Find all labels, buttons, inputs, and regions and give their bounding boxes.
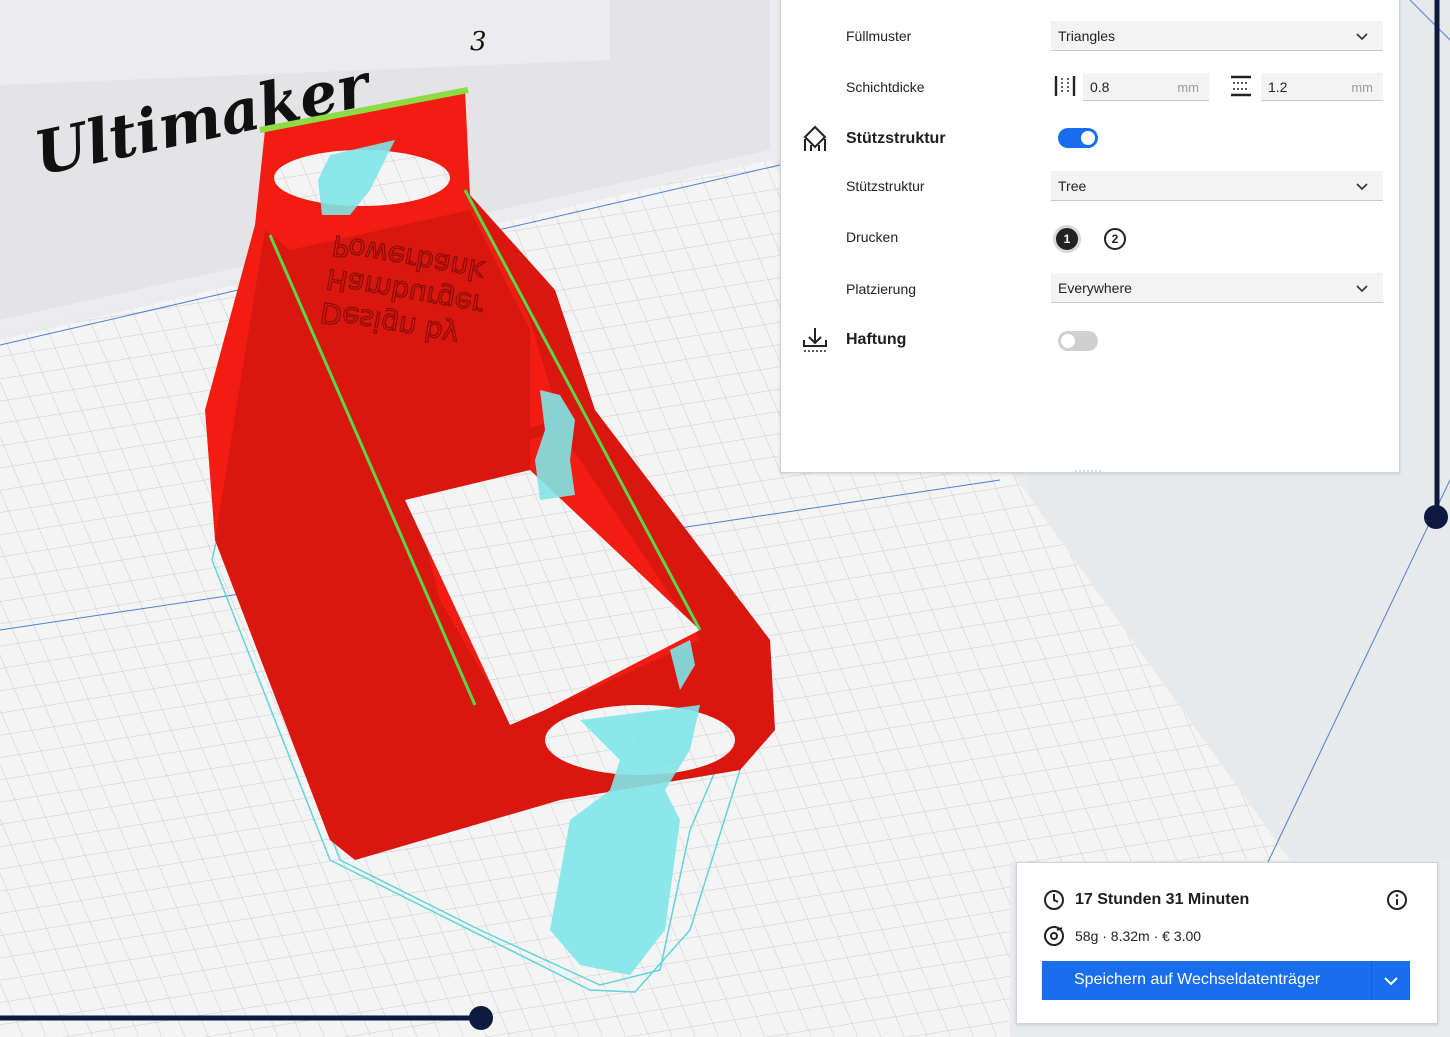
chevron-down-icon [1356,285,1368,293]
adhesion-icon [803,328,827,352]
support-placement-label: Platzierung [846,281,917,297]
extruder-2-button[interactable]: 2 [1104,228,1126,250]
adhesion-toggle[interactable] [1058,331,1098,351]
print-settings-panel: Füllmuster Triangles Schichtdicke 0.8 mm… [780,0,1400,473]
support-toggle[interactable] [1058,128,1098,148]
print-time: 17 Stunden 31 Minuten [1075,891,1250,908]
support-structure-label: Stützstruktur [846,178,925,194]
filament-spool-icon [1044,926,1064,946]
support-print-label: Drucken [846,229,899,245]
clock-icon [1044,890,1064,910]
infill-pattern-value: Triangles [1058,28,1116,44]
top-bottom-thickness-input[interactable]: 1.2 mm [1261,73,1383,101]
print-summary-card: 17 Stunden 31 Minuten 58g · 8.32m · € 3.… [1016,862,1438,1024]
chevron-down-icon [1356,183,1368,191]
chevron-down-icon[interactable] [1382,972,1400,990]
svg-text:3: 3 [470,27,487,57]
support-placement-value: Everywhere [1058,280,1132,296]
extruder-1-button[interactable]: 1 [1056,228,1078,250]
info-icon[interactable] [1386,889,1408,911]
support-placement-dropdown[interactable]: Everywhere [1051,273,1383,303]
path-slider-handle[interactable] [469,1006,493,1030]
wall-thickness-icon [1054,76,1076,96]
top-bottom-thickness-icon [1231,75,1251,97]
layer-slider-handle[interactable] [1424,505,1448,529]
layer-thickness-label: Schichtdicke [846,79,925,95]
support-structure-value: Tree [1058,178,1087,194]
wall-thickness-input[interactable]: 0.8 mm [1083,73,1209,101]
support-structure-dropdown[interactable]: Tree [1051,171,1383,201]
adhesion-section-label: Haftung [846,331,907,348]
panel-resize-handle[interactable] [1071,468,1107,474]
save-to-removable-drive-button[interactable]: Speichern auf Wechseldatenträger [1042,961,1410,1000]
support-section-label: Stützstruktur [846,130,946,147]
infill-pattern-dropdown[interactable]: Triangles [1051,21,1383,51]
chevron-down-icon [1356,33,1368,41]
material-usage: 58g · 8.32m · € 3.00 [1075,928,1202,944]
infill-pattern-label: Füllmuster [846,28,912,44]
support-icon [803,125,827,151]
